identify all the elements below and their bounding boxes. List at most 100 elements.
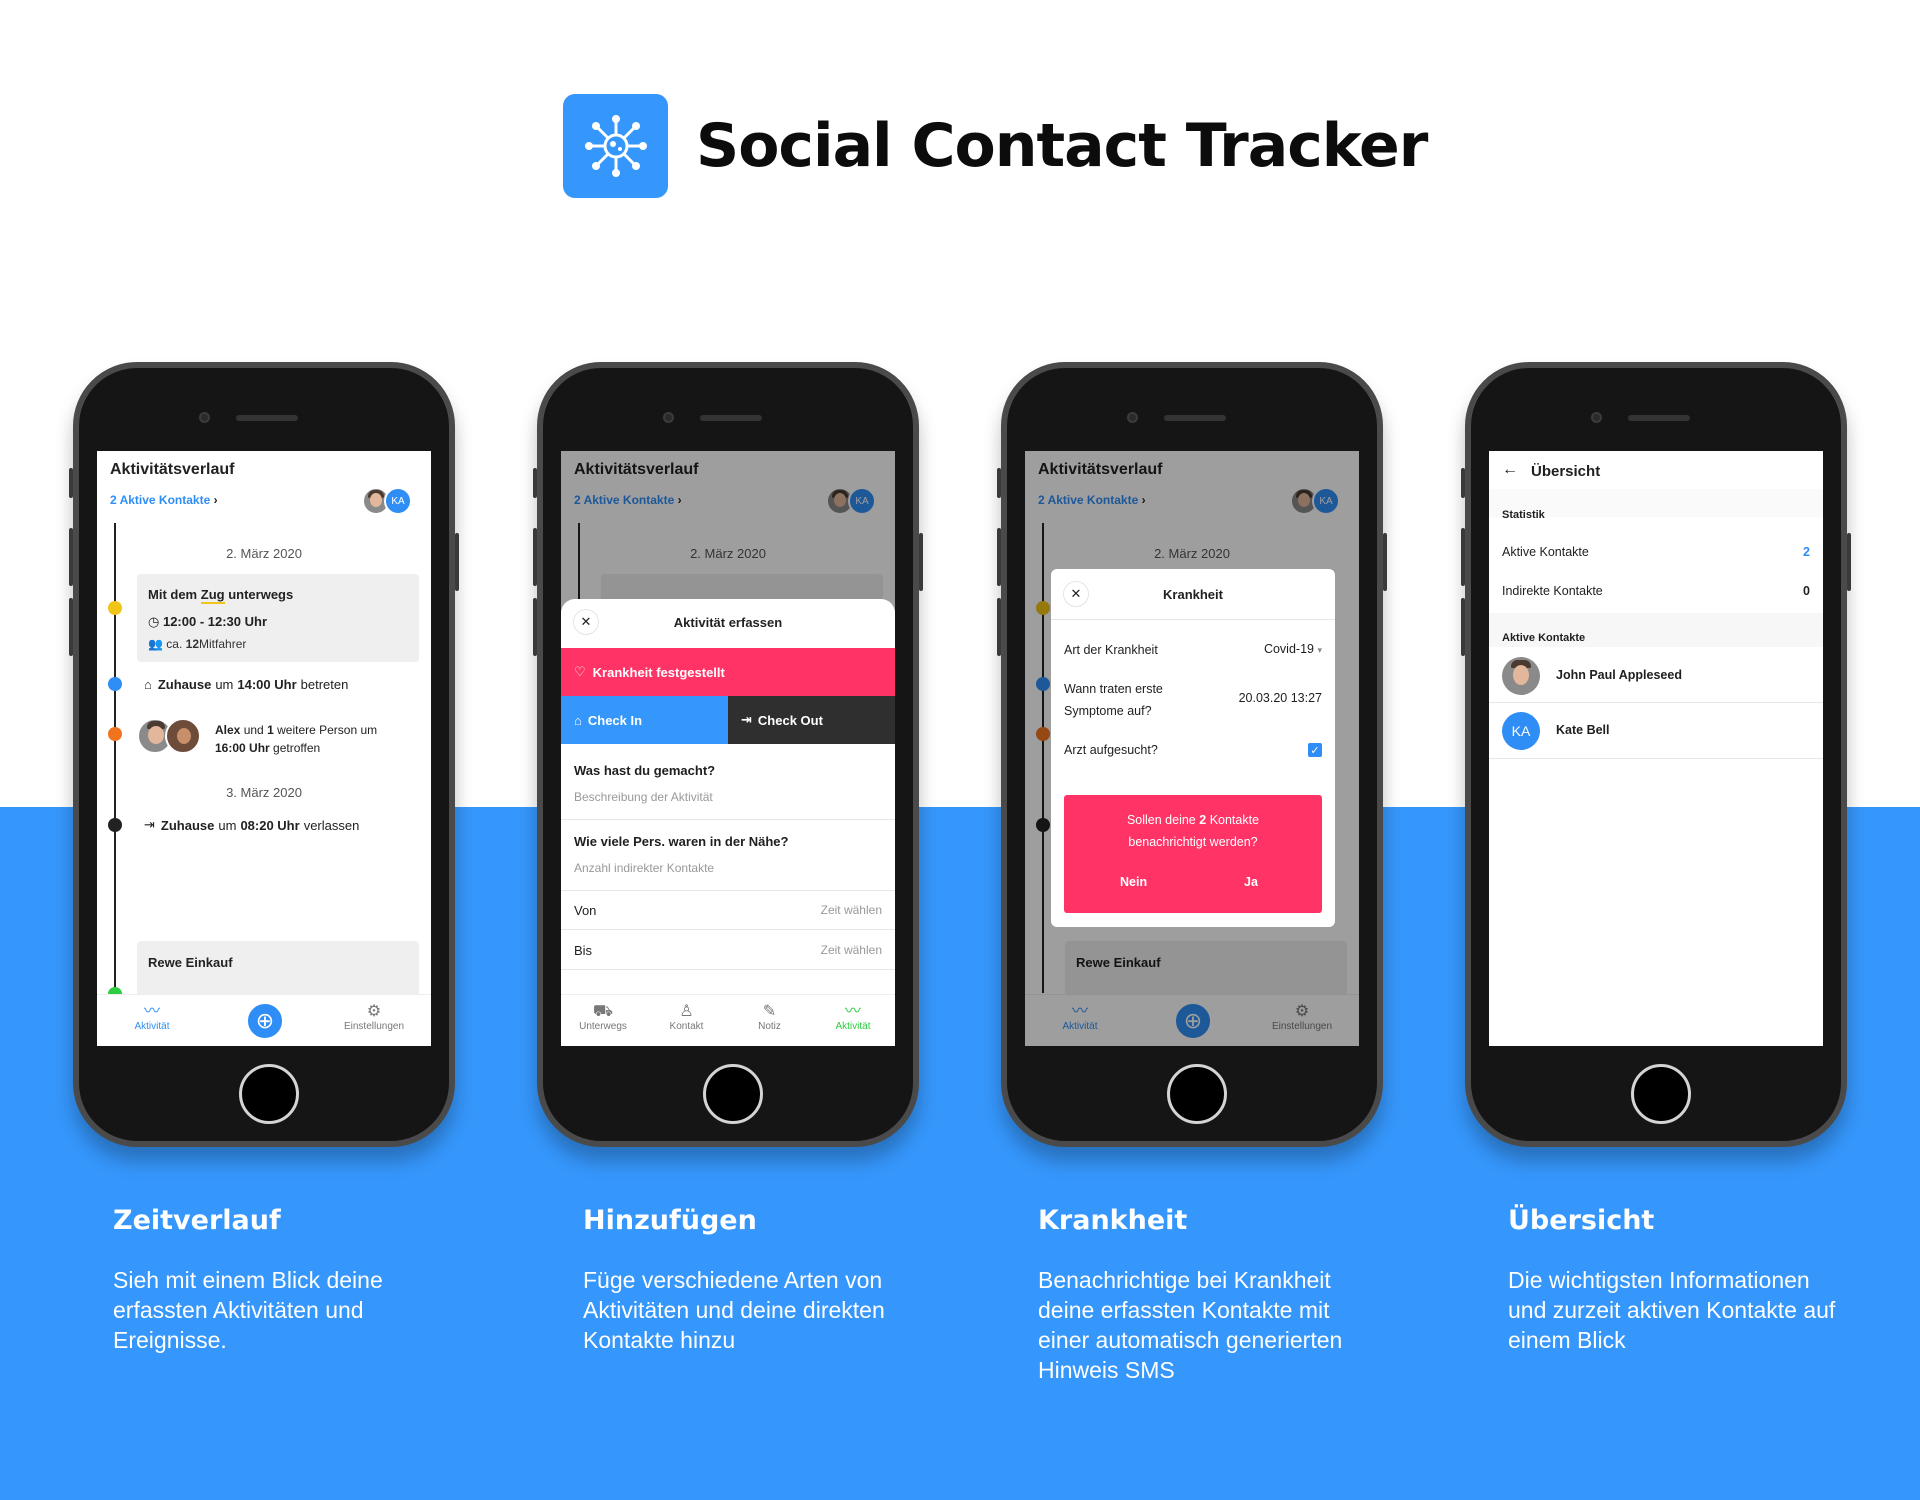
screen-title: Übersicht bbox=[1531, 463, 1601, 480]
from-time-picker[interactable]: Zeit wählen bbox=[821, 903, 882, 917]
timeline-dot bbox=[108, 818, 122, 832]
arrow-left-icon: ← bbox=[1502, 461, 1518, 478]
caption-overview: Übersicht Die wichtigsten Informationen … bbox=[1508, 1205, 1848, 1355]
caption-illness: Krankheit Benachrichtige bei Krankheit d… bbox=[1038, 1205, 1378, 1385]
illness-type-label: Art der Krankheit bbox=[1064, 643, 1158, 657]
symptoms-date-picker[interactable]: 20.03.20 13:27 bbox=[1239, 691, 1322, 705]
caret-down-icon: ▾ bbox=[1317, 645, 1322, 655]
add-activity-sheet: ✕ Aktivität erfassen ♡ Krankheit festgest… bbox=[561, 599, 895, 1046]
timeline-dot bbox=[108, 677, 122, 691]
people-icon: 👥 bbox=[148, 637, 163, 651]
timeline-dot bbox=[108, 601, 122, 615]
timeline-line bbox=[114, 523, 116, 993]
list-item[interactable]: John Paul Appleseed bbox=[1489, 647, 1823, 703]
virus-logo-icon bbox=[563, 94, 668, 198]
car-icon: ⛟ bbox=[592, 1003, 614, 1020]
nav-activity[interactable]: 〰 Aktivität bbox=[112, 1003, 192, 1032]
home-icon: ⌂ bbox=[574, 712, 582, 728]
home-icon: ⌂ bbox=[144, 677, 152, 692]
avatar-pair bbox=[137, 716, 201, 756]
sheet-title: Aktivität erfassen bbox=[673, 615, 783, 630]
no-button[interactable]: Nein bbox=[1120, 875, 1147, 889]
add-button[interactable]: ⊕ bbox=[245, 1001, 285, 1041]
yes-button[interactable]: Ja bbox=[1244, 875, 1258, 889]
app-header: Aktivitätsverlauf 2 Aktive Kontakte › KA bbox=[97, 451, 431, 523]
bottom-nav: ⛟ Unterwegs ♙ Kontakt ✎ Notiz 〰 Aktivität bbox=[561, 994, 895, 1046]
pencil-icon: ✎ bbox=[762, 1003, 777, 1020]
screen-title: Aktivitätsverlauf bbox=[110, 461, 235, 478]
trend-icon: 〰 bbox=[143, 1003, 160, 1020]
screen-add: Aktivitätsverlauf 2 Aktive Kontakte › KA… bbox=[561, 451, 895, 1046]
stat-label: Aktive Kontakte bbox=[1502, 545, 1589, 559]
stat-value: 2 bbox=[1803, 545, 1810, 559]
symptoms-label: Wann traten erste Symptome auf? bbox=[1064, 682, 1163, 718]
clock-icon: ◷ bbox=[148, 614, 160, 629]
home-button bbox=[1631, 1064, 1691, 1124]
active-contacts-link[interactable]: 2 Aktive Kontakte › bbox=[110, 493, 218, 507]
illness-type-select[interactable]: Covid-19 ▾ bbox=[1264, 642, 1322, 656]
nav-aktivitaet[interactable]: 〰 Aktivität bbox=[811, 1003, 895, 1032]
caption-text: Füge verschiedene Arten von Aktivitäten … bbox=[583, 1267, 885, 1353]
to-time-picker[interactable]: Zeit wählen bbox=[821, 943, 882, 957]
checkin-button[interactable]: ⌂ Check In bbox=[561, 696, 728, 744]
exit-icon: ⇥ bbox=[144, 817, 155, 832]
nav-notiz[interactable]: ✎ Notiz bbox=[728, 1003, 811, 1032]
person-icon: ♙ bbox=[679, 1003, 694, 1020]
from-label: Von bbox=[574, 903, 597, 918]
avatar-group[interactable]: KA bbox=[362, 487, 418, 515]
timeline-dot bbox=[108, 727, 122, 741]
doctor-checkbox[interactable]: ✓ bbox=[1308, 743, 1322, 757]
heart-pulse-icon: ♡ bbox=[574, 664, 586, 679]
plus-icon: ⊕ bbox=[255, 1008, 275, 1033]
checkout-button[interactable]: ⇥ Check Out bbox=[728, 696, 895, 744]
nav-kontakt[interactable]: ♙ Kontakt bbox=[645, 1003, 728, 1032]
activity-card[interactable]: Mit dem Zug unterwegs ◷ 12:00 - 12:30 Uh… bbox=[137, 574, 419, 662]
caption-text: Sieh mit einem Blick deine erfassten Akt… bbox=[113, 1267, 383, 1353]
stat-label: Indirekte Kontakte bbox=[1502, 584, 1603, 598]
back-button[interactable]: ← bbox=[1502, 461, 1518, 479]
illness-modal: ✕ Krankheit Art der Krankheit Covid-19 ▾… bbox=[1051, 569, 1335, 927]
check-icon: ✓ bbox=[1310, 744, 1320, 757]
event-row[interactable]: Alex und 1 weitere Person um 16:00 Uhr g… bbox=[215, 721, 425, 757]
caption-add: Hinzufügen Füge verschiedene Arten von A… bbox=[583, 1205, 913, 1355]
date-label: 3. März 2020 bbox=[226, 785, 302, 800]
activity-card[interactable]: Rewe Einkauf bbox=[137, 941, 419, 1001]
doctor-label: Arzt aufgesucht? bbox=[1064, 743, 1158, 757]
nav-settings[interactable]: ⚙ Einstellungen bbox=[334, 1003, 414, 1032]
exit-icon: ⇥ bbox=[741, 712, 752, 727]
caption-title: Hinzufügen bbox=[583, 1205, 757, 1236]
notify-panel: Sollen deine 2 Kontakte benachrichtigt we… bbox=[1064, 795, 1322, 913]
section-heading: Aktive Kontakte bbox=[1502, 632, 1586, 644]
speaker bbox=[236, 415, 298, 421]
question-label: Wie viele Pers. waren in der Nähe? bbox=[574, 834, 789, 849]
illness-button[interactable]: ♡ Krankheit festgestellt bbox=[561, 648, 895, 696]
avatar-initials: KA bbox=[384, 487, 412, 515]
section-heading: Statistik bbox=[1502, 509, 1545, 521]
trend-icon: 〰 bbox=[844, 1003, 861, 1020]
home-button bbox=[1167, 1064, 1227, 1124]
phone-overview: ← Übersicht Statistik Aktive Kontakte 2 … bbox=[1461, 362, 1851, 1147]
description-input[interactable]: Beschreibung der Aktivität bbox=[574, 790, 713, 804]
event-row[interactable]: ⌂ Zuhause um 14:00 Uhr betreten bbox=[144, 677, 348, 692]
caption-title: Übersicht bbox=[1508, 1205, 1655, 1236]
screen-illness: Aktivitätsverlauf 2 Aktive Kontakte › KA… bbox=[1025, 451, 1359, 1046]
to-label: Bis bbox=[574, 943, 593, 958]
caption-text: Die wichtigsten Informationen und zurzei… bbox=[1508, 1267, 1836, 1353]
date-label: 2. März 2020 bbox=[226, 546, 302, 561]
screen-overview: ← Übersicht Statistik Aktive Kontakte 2 … bbox=[1489, 451, 1823, 1046]
caption-text: Benachrichtige bei Krankheit deine erfas… bbox=[1038, 1267, 1343, 1383]
list-item[interactable]: KA Kate Bell bbox=[1489, 703, 1823, 759]
home-button bbox=[703, 1064, 763, 1124]
nav-unterwegs[interactable]: ⛟ Unterwegs bbox=[561, 1003, 645, 1032]
page-header: Social Contact Tracker bbox=[563, 94, 1428, 198]
contact-name: Kate Bell bbox=[1556, 723, 1610, 737]
event-row[interactable]: ⇥ Zuhause um 08:20 Uhr verlassen bbox=[144, 817, 359, 833]
caption-timeline: Zeitverlauf Sieh mit einem Blick deine e… bbox=[113, 1205, 433, 1355]
chevron-right-icon: › bbox=[213, 493, 218, 507]
modal-title: Krankheit bbox=[1163, 587, 1223, 602]
contact-name: John Paul Appleseed bbox=[1556, 668, 1682, 682]
gear-icon: ⚙ bbox=[366, 1003, 382, 1020]
home-button bbox=[239, 1064, 299, 1124]
indirect-count-input[interactable]: Anzahl indirekter Kontakte bbox=[574, 861, 714, 875]
page-title: Social Contact Tracker bbox=[696, 111, 1428, 181]
